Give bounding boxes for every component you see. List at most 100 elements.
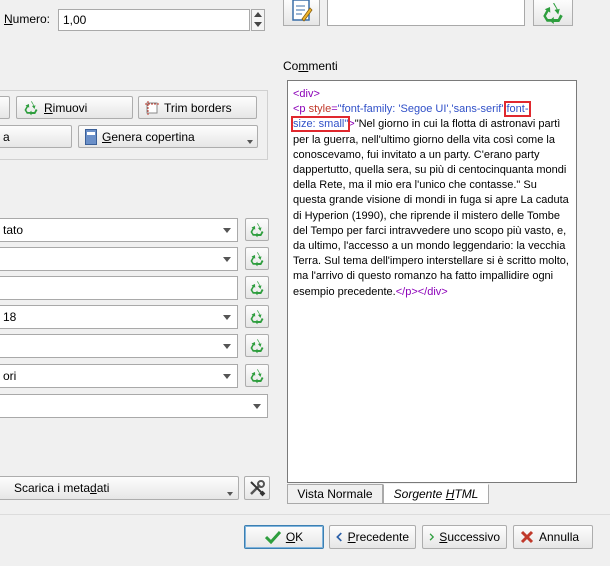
ok-mnemonic: O [285, 530, 296, 544]
chevron-left-icon [336, 532, 342, 542]
checkmark-icon [264, 530, 281, 544]
field-value-1: tato [3, 223, 24, 237]
cancel-label: Annulla [539, 530, 580, 544]
download-metadata-rest: ati [96, 481, 110, 495]
footer-separator [0, 514, 610, 515]
download-metadata-button[interactable]: Scarica i metadati [0, 476, 239, 500]
next-button[interactable]: Successivo [422, 525, 507, 549]
chevron-down-icon [223, 344, 231, 349]
chevron-down-icon [223, 374, 231, 379]
previous-button[interactable]: Precedente [329, 525, 416, 549]
chevron-right-icon [429, 533, 435, 541]
download-metadata-label: Scarica i metadati [14, 481, 109, 495]
remove-mnemonic: R [44, 100, 53, 115]
tab-vista-normale[interactable]: Vista Normale [287, 484, 383, 504]
cancel-button[interactable]: Annulla [513, 525, 593, 549]
div-open-tag: <div> [293, 88, 320, 100]
book-cover-icon [85, 128, 97, 145]
partial-left-label: a [3, 129, 10, 144]
ok-label: OK [286, 530, 303, 544]
partial-left-button-1[interactable] [0, 96, 10, 119]
edit-button[interactable] [283, 0, 320, 26]
spin-up-icon[interactable] [254, 12, 262, 17]
close-icon [520, 530, 534, 544]
clear-field-2-button[interactable] [245, 247, 269, 270]
ok-button[interactable]: OK [244, 525, 324, 549]
download-metadata-prefix: Scarica i meta [14, 481, 91, 495]
clear-field-6-button[interactable] [245, 364, 269, 387]
next-rest: uccessivo [447, 530, 500, 544]
numero-label-rest: umero: [12, 12, 51, 26]
chevron-down-icon [253, 404, 261, 409]
remove-cover-button[interactable]: Rimuovi [16, 96, 133, 119]
reset-cover-button[interactable] [533, 0, 573, 26]
tab-source-rest: TML [454, 487, 479, 501]
previous-rest: recedente [355, 530, 409, 544]
comments-label: Commenti [283, 59, 338, 75]
comments-label-rest: menti [308, 59, 338, 73]
field-combo-2[interactable] [0, 247, 238, 271]
numero-input[interactable]: 1,00 [58, 9, 250, 31]
tab-sorgente-html-label: Sorgente HTML [394, 487, 479, 501]
numero-label: Numero: [4, 12, 50, 28]
generate-mnemonic: G [102, 129, 112, 144]
trim-borders-label: Trim borders [164, 100, 232, 115]
notepad-pencil-icon [292, 0, 313, 22]
dropdown-arrow-icon [247, 140, 253, 144]
chevron-down-icon [223, 228, 231, 233]
clear-field-5-button[interactable] [245, 334, 269, 357]
field-combo-7[interactable] [0, 394, 268, 418]
style-attribute: style [308, 103, 332, 116]
comments-label-mnemonic: m [298, 59, 309, 73]
download-metadata-mnemonic: d [90, 481, 97, 495]
recycle-icon [250, 222, 264, 237]
field-combo-5[interactable] [0, 334, 238, 358]
previous-label: Precedente [348, 530, 409, 544]
field-value-4: 18 [3, 310, 17, 324]
remove-cover-label: Rimuovi [44, 101, 87, 115]
recycle-icon [250, 251, 264, 266]
trim-borders-button[interactable]: Trim borders [138, 96, 257, 119]
chevron-down-icon [223, 257, 231, 262]
field-combo-4[interactable]: 18 [0, 305, 238, 329]
highlighted-font-size-part1: font- [504, 101, 531, 118]
recycle-icon [250, 368, 264, 383]
style-value-part1: "font-family: 'Segoe UI','sans-serif'; [337, 103, 507, 116]
ok-rest: K [295, 530, 304, 544]
comments-label-prefix: Co [283, 59, 299, 73]
tools-icon [250, 480, 266, 497]
p-open-tag: <p [293, 103, 306, 116]
cover-preview [327, 0, 525, 26]
dropdown-arrow-icon [227, 492, 233, 496]
clear-field-1-button[interactable] [245, 218, 269, 241]
previous-mnemonic: P [347, 530, 356, 544]
field-combo-6[interactable]: ori [0, 364, 238, 388]
generate-rest: enera copertina [111, 129, 195, 144]
generate-cover-button[interactable]: Genera copertina [78, 125, 258, 148]
field-value-6: ori [3, 369, 17, 383]
tab-sorgente-html[interactable]: Sorgente HTML [383, 484, 489, 504]
comments-html-editor[interactable]: <div> <p style="font-family: 'Segoe UI',… [287, 80, 577, 483]
numero-label-mnemonic: N [4, 12, 13, 26]
clear-field-4-button[interactable] [245, 305, 269, 328]
next-label: Successivo [439, 530, 500, 544]
partial-left-button-2[interactable]: a [0, 125, 72, 148]
recycle-icon [543, 2, 563, 24]
numero-spinner[interactable] [251, 9, 265, 31]
remove-rest: imuovi [52, 100, 88, 115]
chevron-down-icon [223, 315, 231, 320]
closing-tags: </p></div> [395, 285, 448, 298]
spin-down-icon[interactable] [254, 22, 262, 27]
field-text-3[interactable] [0, 276, 238, 300]
generate-cover-label: Genera copertina [102, 130, 195, 144]
recycle-icon [250, 338, 264, 353]
recycle-icon [250, 309, 264, 324]
comment-body-text: "Nel giorno in cui la flotta di astronav… [293, 118, 569, 298]
clear-field-3-button[interactable] [245, 276, 269, 299]
highlighted-font-size-part2: size: small" [290, 116, 351, 133]
recycle-icon [24, 100, 38, 115]
recycle-icon [250, 280, 264, 295]
trim-icon [145, 100, 159, 115]
configure-sources-button[interactable] [244, 476, 270, 500]
field-combo-1[interactable]: tato [0, 218, 238, 242]
